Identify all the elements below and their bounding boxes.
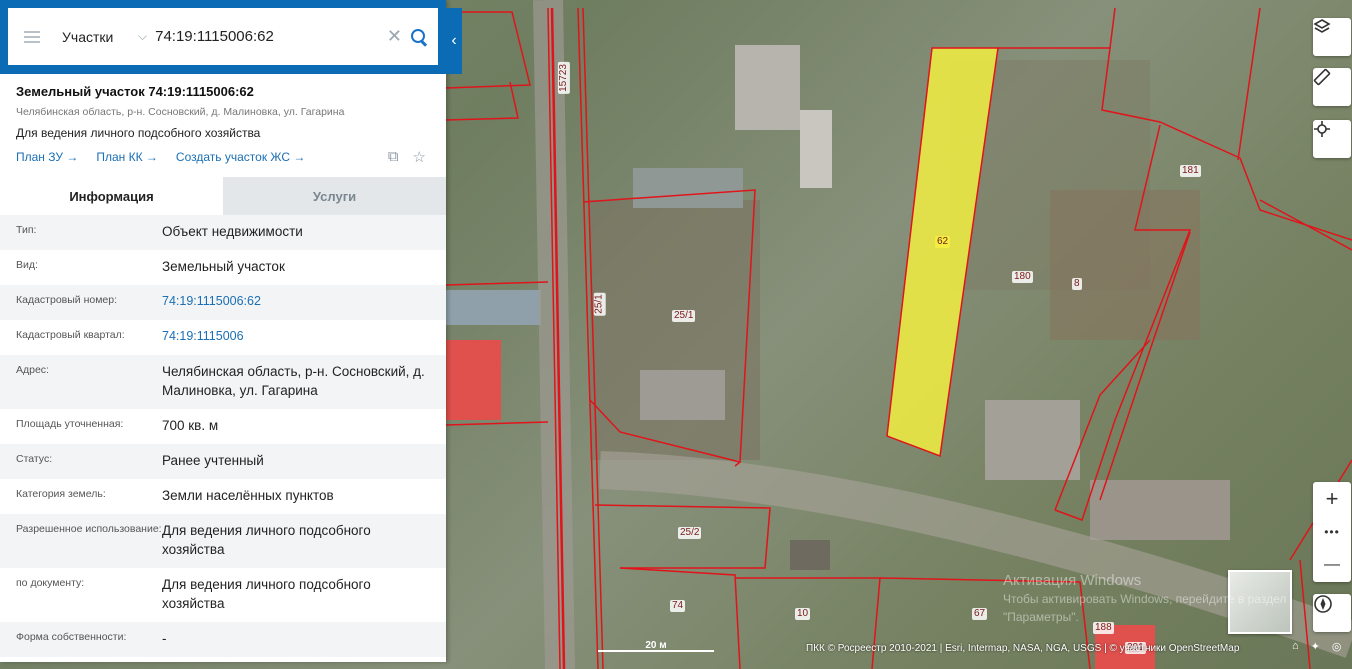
tab-services[interactable]: Услуги: [223, 177, 446, 215]
locate-button[interactable]: [1313, 120, 1351, 158]
header-actions: ⧉ ☆: [388, 148, 426, 166]
info-value: Для ведения личного подсобного хозяйства: [162, 523, 371, 557]
layers-icon: [1313, 19, 1331, 33]
map-label-67: 67: [972, 608, 988, 620]
info-key: Адрес:: [16, 364, 49, 376]
search-bar: Участки ⌵ ✕: [0, 0, 446, 74]
info-value: Челябинская область, р-н. Сосновский, д.…: [162, 364, 425, 398]
map-label-74: 74: [670, 600, 686, 612]
info-row-ownership: Форма собственности: -: [0, 622, 446, 657]
search-box: Участки ⌵ ✕: [8, 8, 438, 65]
cadastral-quarter-link[interactable]: 74:19:1115006: [162, 320, 430, 355]
info-key: Кадастровый квартал:: [16, 329, 125, 341]
info-key: по документу:: [16, 577, 85, 589]
create-parcel-link[interactable]: Создать участок ЖС →: [176, 150, 305, 164]
info-row-cadastral-quarter: Кадастровый квартал: 74:19:1115006: [0, 320, 446, 355]
info-value: Земельный участок: [162, 259, 285, 274]
info-key: Площадь уточненная:: [16, 418, 124, 430]
info-row-land-category: Категория земель: Земли населённых пункт…: [0, 479, 446, 514]
info-row-address: Адрес: Челябинская область, р-н. Сосновс…: [0, 355, 446, 409]
info-key: Вид:: [16, 259, 38, 271]
info-key: Тип:: [16, 224, 37, 236]
side-panel: Участки ⌵ ✕ Земельный участок 74:19:1115…: [0, 0, 446, 662]
tab-information[interactable]: Информация: [0, 177, 223, 215]
zoom-in-button[interactable]: +: [1313, 482, 1351, 515]
map-label-25-1: 25/1: [672, 310, 696, 322]
tab-bar: Информация Услуги: [0, 177, 446, 215]
close-icon[interactable]: ✕: [387, 26, 402, 47]
parcel-links: План ЗУ → План КК → Создать участок ЖС →: [16, 150, 430, 164]
info-row-permitted-use: Разрешенное использование: Для ведения л…: [0, 514, 446, 568]
map-attribution: ПКК © Росреестр 2010-2021 | Esri, Interm…: [806, 643, 1240, 654]
more-button[interactable]: •••: [1313, 515, 1351, 548]
layers-button[interactable]: [1313, 18, 1351, 56]
home-icon[interactable]: ⌂: [1292, 640, 1299, 653]
search-category[interactable]: Участки: [62, 29, 138, 45]
menu-icon[interactable]: [24, 30, 40, 43]
info-row-cadastral-number: Кадастровый номер: 74:19:1115006:62: [0, 285, 446, 320]
collapse-panel-button[interactable]: ‹: [446, 8, 462, 74]
search-document-icon[interactable]: ⧉: [388, 148, 399, 166]
info-value: 700 кв. м: [162, 418, 219, 433]
cadastral-number-link[interactable]: 74:19:1115006:62: [162, 285, 430, 320]
map-label-10: 10: [795, 608, 811, 620]
info-key: Разрешенное использование:: [16, 523, 162, 535]
crosshair-icon: [1314, 121, 1330, 137]
page-title: Земельный участок 74:19:1115006:62: [16, 84, 254, 99]
map-label-15723: 15723: [557, 62, 570, 94]
info-key: Форма собственности:: [16, 631, 127, 643]
chevron-down-icon[interactable]: ⌵: [138, 29, 147, 44]
info-value: Земли населённых пунктов: [162, 488, 334, 503]
info-row-kind: Вид: Земельный участок: [0, 250, 446, 285]
info-row-status: Статус: Ранее учтенный: [0, 444, 446, 479]
windows-activation-watermark: Активация Windows Чтобы активировать Win…: [1003, 572, 1287, 624]
parcel-header: Земельный участок 74:19:1115006:62 Челяб…: [0, 74, 446, 177]
parcel-address: Челябинская область, р-н. Сосновский, д.…: [16, 106, 345, 118]
star-icon[interactable]: ☆: [413, 148, 426, 166]
parcel-purpose: Для ведения личного подсобного хозяйства: [16, 126, 261, 140]
info-key: Кадастровый номер:: [16, 294, 118, 306]
info-value: Ранее учтенный: [162, 453, 264, 468]
chevron-left-icon: ‹: [451, 32, 457, 49]
scale-bar: 20 м: [598, 640, 714, 660]
info-table: Тип: Объект недвижимости Вид: Земельный …: [0, 215, 446, 657]
map-label-180: 180: [1012, 271, 1033, 283]
zoom-controls: + ••• —: [1313, 482, 1351, 582]
map-label-25-1-road: 25/1: [593, 292, 606, 316]
info-value: Объект недвижимости: [162, 224, 303, 239]
ruler-icon: [1313, 68, 1331, 86]
info-value: Для ведения личного подсобного хозяйства: [162, 577, 371, 611]
plan-kk-link[interactable]: План КК →: [96, 150, 158, 164]
plan-zu-link[interactable]: План ЗУ →: [16, 150, 78, 164]
info-key: Категория земель:: [16, 488, 106, 500]
ruler-button[interactable]: [1313, 68, 1351, 106]
info-row-by-document: по документу: Для ведения личного подсоб…: [0, 568, 446, 622]
info-row-type: Тип: Объект недвижимости: [0, 215, 446, 250]
sun-icon[interactable]: ✦: [1311, 640, 1320, 653]
info-key: Статус:: [16, 453, 53, 465]
map-label-8: 8: [1072, 278, 1082, 290]
info-value: -: [162, 631, 167, 646]
map-label-62: 62: [935, 236, 951, 248]
globe-icon[interactable]: ◎: [1332, 640, 1342, 653]
map-label-181: 181: [1180, 165, 1201, 177]
info-row-area: Площадь уточненная: 700 кв. м: [0, 409, 446, 444]
map-label-25-2: 25/2: [678, 527, 702, 539]
attribution-icons: ⌂ ✦ ◎: [1292, 640, 1341, 653]
search-icon[interactable]: [410, 28, 428, 46]
search-input[interactable]: [155, 28, 379, 45]
